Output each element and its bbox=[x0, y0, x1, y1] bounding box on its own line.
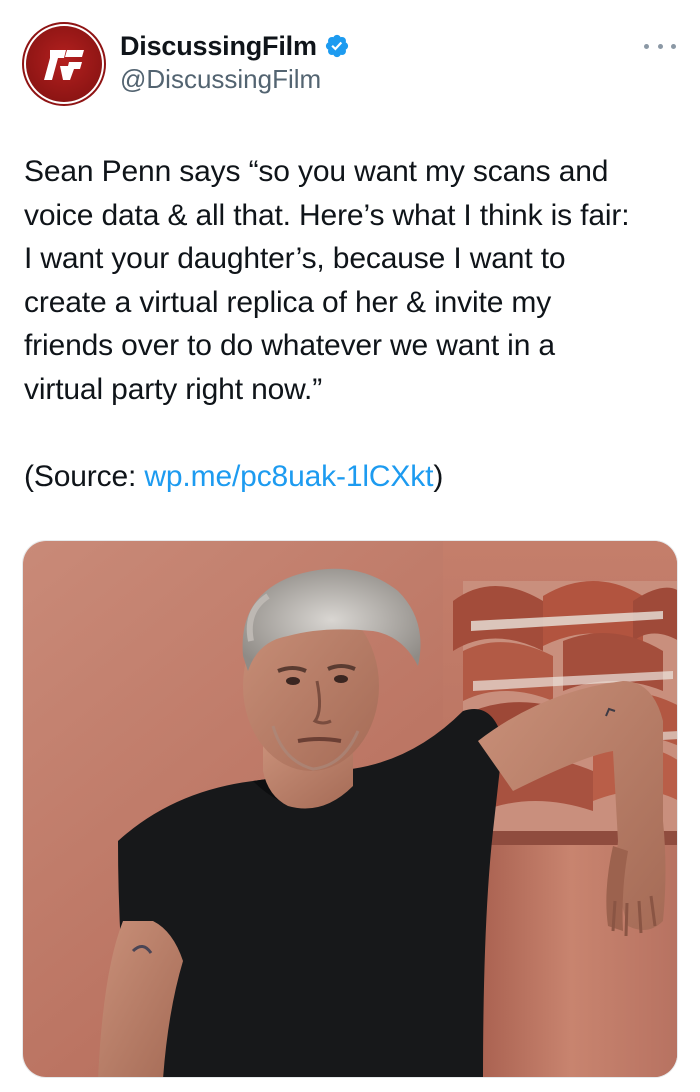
tweet-text-line: friends over to do whatever we want in a bbox=[24, 329, 555, 363]
tweet-card: DiscussingFilm @DiscussingFilm Sean Penn… bbox=[0, 0, 700, 1092]
dot bbox=[671, 43, 676, 49]
dot bbox=[657, 43, 663, 49]
dot bbox=[644, 43, 649, 49]
tweet-text: Sean Penn says “so you want my scans and… bbox=[24, 150, 684, 412]
tweet-text-line: I want your daughter’s, because I want t… bbox=[24, 242, 566, 276]
avatar[interactable] bbox=[22, 22, 106, 106]
source-line: (Source: wp.me/pc8uak-1lCXkt) bbox=[24, 455, 443, 499]
author-block: DiscussingFilm @DiscussingFilm bbox=[120, 30, 350, 95]
tweet-text-line: Sean Penn says “so you want my scans and bbox=[24, 155, 609, 188]
verified-badge-icon bbox=[324, 33, 350, 59]
tweet-text-line: create a virtual replica of her & invite… bbox=[24, 285, 552, 319]
handle[interactable]: @DiscussingFilm bbox=[120, 64, 350, 95]
photo-illustration bbox=[23, 541, 677, 1077]
source-suffix: ) bbox=[433, 460, 444, 493]
display-name[interactable]: DiscussingFilm bbox=[120, 31, 317, 62]
discussingfilm-logo-icon bbox=[26, 26, 102, 102]
source-prefix: (Source: bbox=[24, 460, 145, 493]
more-options-icon[interactable] bbox=[644, 36, 676, 56]
tweet-text-line: virtual party right now.” bbox=[24, 372, 323, 406]
source-link[interactable]: wp.me/pc8uak-1lCXkt bbox=[144, 460, 433, 493]
tweet-text-line: voice data & all that. Here’s what I thi… bbox=[24, 198, 630, 232]
name-row: DiscussingFilm bbox=[120, 30, 350, 62]
tweet-photo[interactable] bbox=[22, 540, 678, 1078]
